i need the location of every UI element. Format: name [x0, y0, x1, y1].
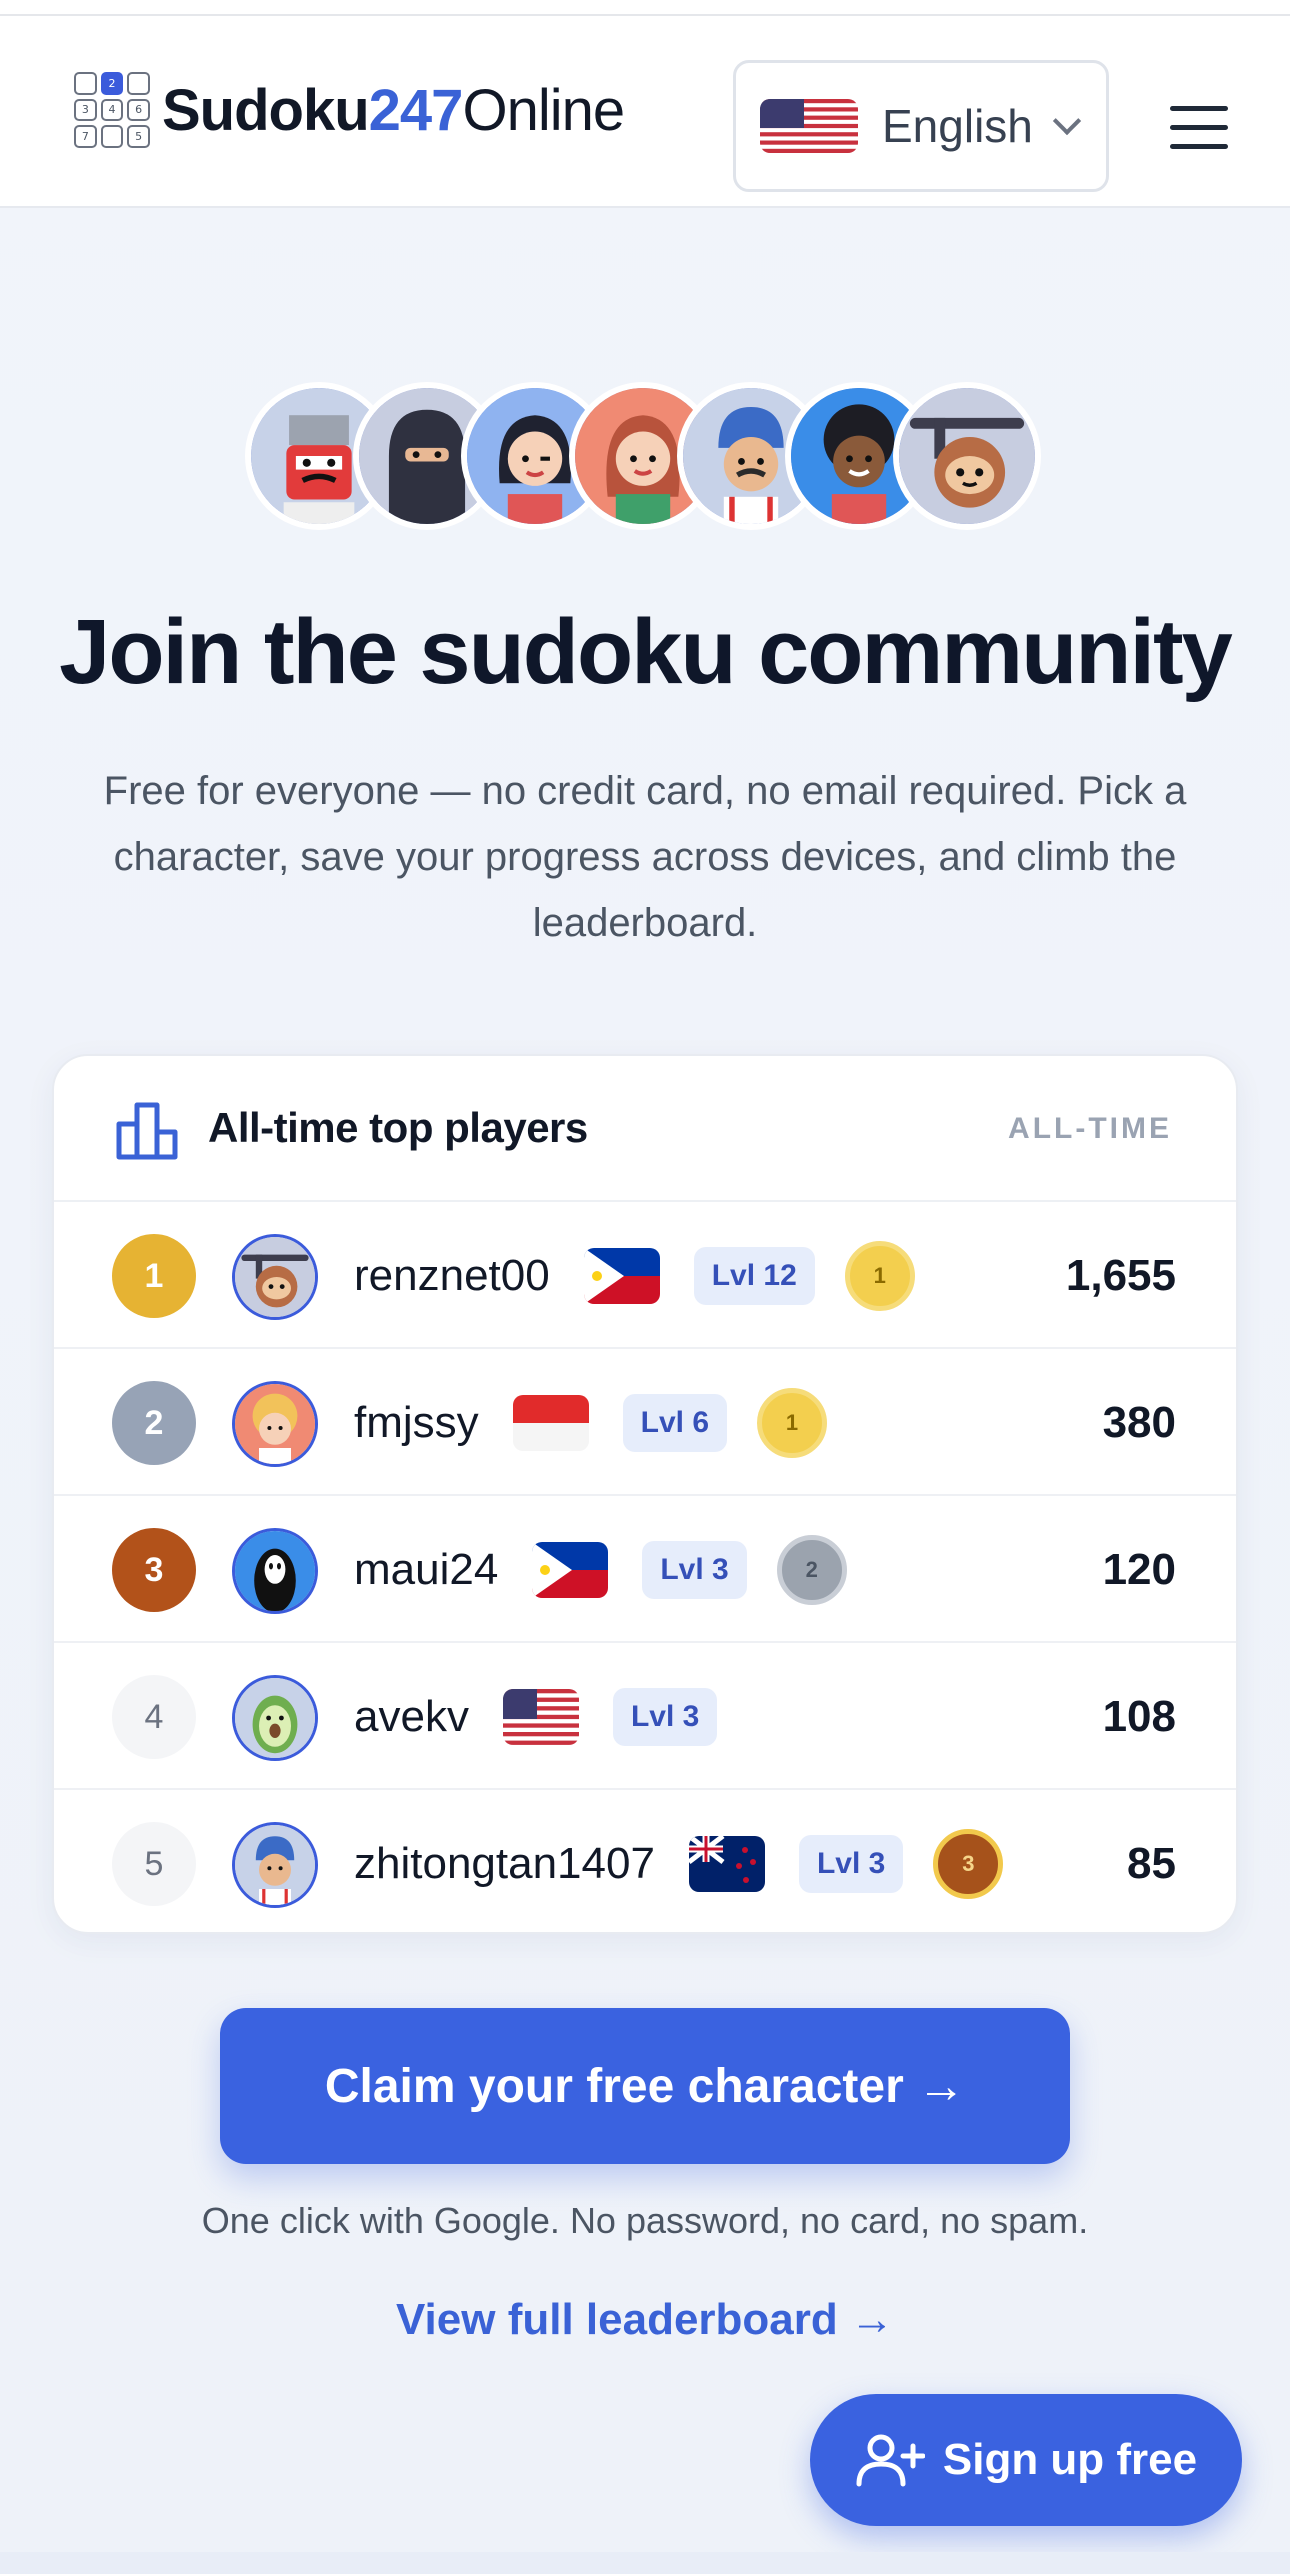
- level-badge: Lvl 6: [622, 1393, 728, 1452]
- gold-medal-icon: 1: [844, 1240, 915, 1311]
- leaderboard-row[interactable]: 4 avekv Lvl 3 108: [54, 1643, 1236, 1790]
- bottom-band: [0, 2552, 1290, 2574]
- rank-badge: 1: [112, 1234, 196, 1318]
- site-header: 2 3 4 6 7 5 Sudoku247Online English: [0, 16, 1290, 208]
- claim-character-button[interactable]: Claim your free character →: [220, 2008, 1070, 2164]
- view-full-leaderboard-link[interactable]: View full leaderboard →: [0, 2295, 1290, 2345]
- rank-badge: 3: [112, 1528, 196, 1612]
- language-selector[interactable]: English: [733, 60, 1109, 192]
- podium-icon: [116, 1102, 178, 1160]
- hamburger-menu-icon[interactable]: [1170, 106, 1228, 163]
- page-title: Join the sudoku community: [59, 601, 1233, 703]
- nz-flag-icon: [688, 1835, 765, 1892]
- player-avatar: [232, 1822, 318, 1908]
- level-badge: Lvl 3: [642, 1540, 747, 1599]
- leaderboard-row[interactable]: 2 fmjssy Lvl 6 1 380: [54, 1349, 1236, 1496]
- player-score: 85: [1127, 1838, 1176, 1888]
- page-subtitle: Free for everyone — no credit card, no e…: [103, 769, 1187, 945]
- leaderboard-card: All-time top players ALL-TIME 1 renznet0…: [52, 1054, 1238, 1934]
- leaderboard-header: All-time top players ALL-TIME: [54, 1056, 1236, 1202]
- player-name[interactable]: renznet00: [354, 1251, 550, 1301]
- us-flag-icon: [760, 99, 858, 153]
- timeframe-badge: ALL-TIME: [1008, 1112, 1172, 1145]
- sign-up-label: Sign up free: [942, 2435, 1198, 2484]
- add-user-icon: [856, 2434, 925, 2487]
- rank-badge: 2: [112, 1381, 196, 1465]
- chevron-down-icon: [1052, 106, 1082, 136]
- player-name[interactable]: maui24: [354, 1545, 498, 1595]
- player-score: 120: [1102, 1544, 1176, 1594]
- ph-flag-icon: [583, 1247, 660, 1304]
- level-badge: Lvl 3: [798, 1834, 904, 1893]
- player-avatar: [232, 1675, 318, 1761]
- gold-medal-icon: 1: [757, 1387, 828, 1458]
- player-name[interactable]: avekv: [354, 1692, 469, 1742]
- player-avatar: [232, 1234, 318, 1320]
- player-score: 1,655: [1065, 1250, 1176, 1300]
- language-label: English: [882, 100, 1033, 152]
- sudoku-grid-icon: 2 3 4 6 7 5: [74, 72, 150, 148]
- leaderboard-row[interactable]: 1 renznet00 Lvl 12 1 1,655: [54, 1202, 1236, 1349]
- us-flag-icon: [502, 1688, 579, 1745]
- player-avatar: [232, 1528, 318, 1614]
- id-flag-icon: [512, 1394, 589, 1451]
- player-name[interactable]: zhitongtan1407: [354, 1839, 655, 1889]
- character-avatar: [893, 382, 1041, 530]
- ph-flag-icon: [532, 1541, 609, 1598]
- leaderboard-row[interactable]: 3 maui24 Lvl 3 2 120: [54, 1496, 1236, 1643]
- bronze-medal-icon: 3: [933, 1828, 1004, 1899]
- sign-up-free-button[interactable]: Sign up free: [810, 2394, 1242, 2526]
- rank-badge: 4: [112, 1675, 196, 1759]
- site-logo[interactable]: 2 3 4 6 7 5 Sudoku247Online: [74, 72, 625, 148]
- player-score: 380: [1102, 1397, 1176, 1447]
- logo-wordmark: Sudoku247Online: [162, 77, 625, 143]
- silver-medal-icon: 2: [776, 1534, 847, 1605]
- player-score: 108: [1102, 1691, 1176, 1741]
- player-avatar: [232, 1381, 318, 1467]
- level-badge: Lvl 3: [612, 1687, 718, 1746]
- status-strip: [0, 0, 1290, 16]
- avatar-stack: [245, 382, 1045, 532]
- level-badge: Lvl 12: [693, 1246, 815, 1305]
- leaderboard-row[interactable]: 5 zhitongtan1407 Lvl 3 3 85: [54, 1790, 1236, 1932]
- signup-note: One click with Google. No password, no c…: [201, 2200, 1089, 2241]
- leaderboard-title: All-time top players: [208, 1104, 588, 1151]
- rank-badge: 5: [112, 1822, 196, 1906]
- player-name[interactable]: fmjssy: [354, 1398, 479, 1448]
